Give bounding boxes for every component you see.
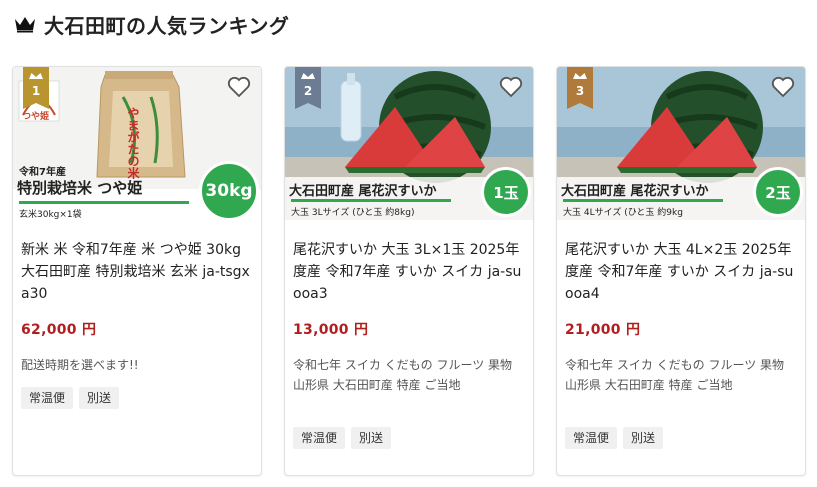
product-image[interactable]: 大石田町産 尾花沢すいか 大玉 3Lサイズ (ひと玉 約8kg) 1玉 2 <box>285 67 533 220</box>
quantity-badge-text: 1玉 <box>493 183 519 202</box>
heart-icon <box>499 76 523 98</box>
product-card-3[interactable]: 大石田町産 尾花沢すいか 大玉 4Lサイズ (ひと玉 約9kg 2玉 3 尾花沢… <box>556 66 806 476</box>
image-title: 大石田町産 尾花沢すいか <box>561 184 709 199</box>
quantity-badge-text: 30kg <box>205 181 253 201</box>
product-image[interactable]: つや姫 やまがたの米 令和7年産 特別栽培米 つや姫 玄米30kg×1袋 30k… <box>13 67 261 220</box>
rank-badge: 3 <box>567 67 593 109</box>
image-bag-text: やまがたの米 <box>126 107 140 179</box>
favorite-button[interactable] <box>497 73 525 101</box>
page-title: 大石田町の人気ランキング <box>44 13 290 38</box>
image-subtitle: 玄米30kg×1袋 <box>19 210 82 220</box>
product-name[interactable]: 新米 米 令和7年産 米 つや姫 30kg 大石田町産 特別栽培米 玄米 ja-… <box>21 239 255 305</box>
product-name[interactable]: 尾花沢すいか 大玉 4L×2玉 2025年度産 令和7年産 すいか スイカ ja… <box>565 239 799 305</box>
product-description: 配送時期を選べます!! <box>21 358 139 372</box>
tag-list: 常温便 別送 <box>21 387 120 409</box>
product-price: 21,000 円 <box>565 322 641 338</box>
product-card-1[interactable]: つや姫 やまがたの米 令和7年産 特別栽培米 つや姫 玄米30kg×1袋 30k… <box>12 66 262 476</box>
crown-icon <box>15 17 35 33</box>
rank-number: 1 <box>31 84 41 98</box>
heart-icon <box>771 76 795 98</box>
image-title: 特別栽培米 つや姫 <box>17 179 143 197</box>
image-subtitle: 大玉 4Lサイズ (ひと玉 約9kg <box>563 208 683 218</box>
favorite-button[interactable] <box>769 73 797 101</box>
image-subtitle: 大玉 3Lサイズ (ひと玉 約8kg) <box>291 208 415 218</box>
quantity-badge: 1玉 <box>481 167 531 217</box>
product-description: 令和七年 スイカ くだもの フルーツ 果物 山形県 大石田町産 特産 ご当地 <box>293 358 513 392</box>
tag-list: 常温便 別送 <box>565 427 664 449</box>
heart-icon <box>227 76 251 98</box>
tag-separate-shipping: 別送 <box>79 387 120 409</box>
tag-room-temperature: 常温便 <box>565 427 618 449</box>
product-image[interactable]: 大石田町産 尾花沢すいか 大玉 4Lサイズ (ひと玉 約9kg 2玉 3 <box>557 67 805 220</box>
product-price: 62,000 円 <box>21 322 97 338</box>
tag-room-temperature: 常温便 <box>293 427 346 449</box>
quantity-badge: 2玉 <box>753 167 803 217</box>
tag-list: 常温便 別送 <box>293 427 392 449</box>
tag-room-temperature: 常温便 <box>21 387 74 409</box>
quantity-badge-text: 2玉 <box>765 183 791 202</box>
quantity-badge: 30kg <box>199 161 259 220</box>
product-name[interactable]: 尾花沢すいか 大玉 3L×1玉 2025年度産 令和7年産 すいか スイカ ja… <box>293 239 527 305</box>
rank-badge: 1 <box>23 67 49 109</box>
image-title: 大石田町産 尾花沢すいか <box>289 184 437 199</box>
product-price: 13,000 円 <box>293 322 369 338</box>
rank-badge: 2 <box>295 67 321 109</box>
image-year-text: 令和7年産 <box>19 167 66 178</box>
product-description: 令和七年 スイカ くだもの フルーツ 果物 山形県 大石田町産 特産 ご当地 <box>565 358 785 392</box>
rank-number: 2 <box>303 84 313 98</box>
favorite-button[interactable] <box>225 73 253 101</box>
image-tag-text: つや姫 <box>22 112 50 122</box>
tag-separate-shipping: 別送 <box>351 427 392 449</box>
ranking-heading: 大石田町の人気ランキング <box>14 12 290 38</box>
tag-separate-shipping: 別送 <box>623 427 664 449</box>
rank-number: 3 <box>575 84 585 98</box>
product-card-2[interactable]: 大石田町産 尾花沢すいか 大玉 3Lサイズ (ひと玉 約8kg) 1玉 2 尾花… <box>284 66 534 476</box>
